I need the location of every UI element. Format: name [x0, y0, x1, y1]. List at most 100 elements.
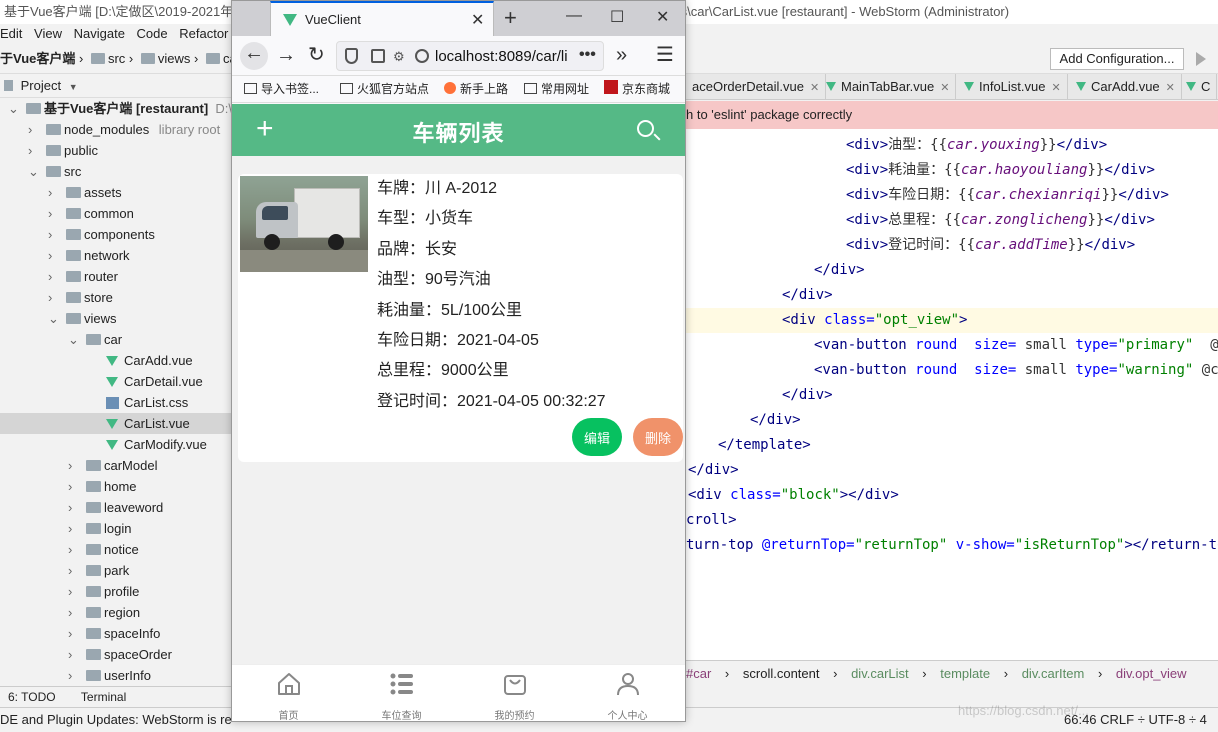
close-icon[interactable]: ✕	[1052, 82, 1061, 94]
tree-item[interactable]: › public	[0, 140, 232, 161]
reload-icon[interactable]: ↻	[308, 44, 325, 66]
menu-edit[interactable]: Edit	[0, 26, 22, 41]
chevron-down-icon[interactable]: ⌄	[48, 308, 59, 329]
chevron-right-icon[interactable]: ›	[48, 245, 58, 266]
bookmark-common-sites[interactable]: 常用网址	[524, 76, 589, 103]
tree-item[interactable]: ⌄ src	[0, 161, 232, 182]
chevron-right-icon[interactable]: ›	[28, 119, 38, 140]
url-bar[interactable]: ⚙ •••	[336, 41, 604, 71]
chevron-right-icon[interactable]: ›	[68, 623, 78, 644]
chevron-right-icon[interactable]: ›	[68, 497, 78, 518]
tree-item[interactable]: › park	[0, 560, 232, 581]
chevron-right-icon[interactable]: ›	[68, 476, 78, 497]
crumb-carlist[interactable]: div.carList	[851, 666, 909, 681]
run-icon[interactable]	[1196, 52, 1206, 66]
tree-item[interactable]: › notice	[0, 539, 232, 560]
chevron-right-icon[interactable]: ›	[48, 182, 58, 203]
chevron-right-icon[interactable]: ›	[48, 287, 58, 308]
bookmark-firefox-official[interactable]: 火狐官方站点	[340, 76, 429, 103]
editor-tab[interactable]: MainTabBar.vue ✕	[820, 74, 957, 99]
crumb-optview[interactable]: div.opt_view	[1116, 666, 1187, 681]
terminal-tool-button[interactable]: Terminal	[81, 690, 126, 704]
close-window-icon[interactable]: ✕	[656, 7, 669, 27]
tree-item[interactable]: › region	[0, 602, 232, 623]
browser-tab-vueclient[interactable]: VueClient ✕	[270, 1, 494, 36]
bookmark-jd[interactable]: 京东商城	[604, 76, 670, 103]
tab-space-query[interactable]: 车位查询	[345, 665, 458, 721]
menu-refactor[interactable]: Refactor	[179, 26, 228, 41]
car-item-card[interactable]: 车牌：川 A-2012 车型：小货车 品牌：长安 油型：90号汽油 耗油量：5L…	[238, 174, 683, 462]
bookmark-import[interactable]: 导入书签...	[244, 76, 319, 103]
tree-item[interactable]: › node_modules library root	[0, 119, 232, 140]
chevron-right-icon[interactable]: ›	[68, 518, 78, 539]
chevron-right-icon[interactable]: ›	[68, 539, 78, 560]
status-message[interactable]: DE and Plugin Updates: WebStorm is re	[0, 708, 232, 732]
chevron-right-icon[interactable]: ›	[68, 560, 78, 581]
tree-item[interactable]: CarList.vue	[0, 413, 232, 434]
tree-item[interactable]: CarAdd.vue	[0, 350, 232, 371]
hamburger-menu-icon[interactable]: ☰	[656, 44, 674, 66]
crumb-template[interactable]: template	[940, 666, 990, 681]
chevron-down-icon[interactable]: ⌄	[68, 329, 79, 350]
tree-item[interactable]: ⌄ 基于Vue客户端 [restaurant] D:\定做	[0, 98, 232, 119]
nav-crumb-project[interactable]: 于Vue客户端 ›	[0, 44, 83, 73]
tree-item[interactable]: ⌄ car	[0, 329, 232, 350]
project-panel-header[interactable]: Project ▼	[0, 74, 232, 98]
nav-crumb-src[interactable]: src ›	[90, 44, 133, 73]
nav-crumb-car[interactable]: ca	[205, 44, 232, 73]
chevron-right-icon[interactable]: ›	[68, 581, 78, 602]
delete-button[interactable]: 删除	[633, 418, 683, 456]
tree-item[interactable]: CarList.css	[0, 392, 232, 413]
tree-item[interactable]: › assets	[0, 182, 232, 203]
tree-item[interactable]: › login	[0, 518, 232, 539]
crumb-scroll[interactable]: scroll.content	[743, 666, 820, 681]
menu-navigate[interactable]: Navigate	[74, 26, 125, 41]
add-configuration-button[interactable]: Add Configuration...	[1050, 48, 1184, 70]
close-icon[interactable]: ✕	[810, 82, 819, 94]
shield-icon[interactable]	[345, 48, 358, 64]
new-tab-icon[interactable]: +	[504, 5, 517, 31]
tab-my-booking[interactable]: 我的预约	[458, 665, 571, 721]
tree-item[interactable]: › components	[0, 224, 232, 245]
chevron-right-icon[interactable]: ›	[68, 602, 78, 623]
forward-icon[interactable]: →	[276, 44, 296, 66]
tree-item[interactable]: ⌄ views	[0, 308, 232, 329]
tree-item[interactable]: › store	[0, 287, 232, 308]
editor-tab[interactable]: aceOrderDetail.vue ✕	[686, 74, 827, 99]
chevron-right-icon[interactable]: ›	[48, 203, 58, 224]
close-icon[interactable]: ✕	[1166, 82, 1175, 94]
tree-item[interactable]: › profile	[0, 581, 232, 602]
url-input[interactable]	[435, 46, 575, 66]
tree-item[interactable]: › network	[0, 245, 232, 266]
tree-item[interactable]: › carModel	[0, 455, 232, 476]
chevron-down-icon[interactable]: ⌄	[8, 98, 19, 119]
chevron-right-icon[interactable]: ›	[68, 644, 78, 665]
tab-profile[interactable]: 个人中心	[571, 665, 684, 721]
editor-tab[interactable]: CarAdd.vue ✕	[1070, 74, 1182, 99]
chevron-right-icon[interactable]: ›	[68, 665, 78, 686]
overflow-chevron-icon[interactable]: »	[616, 44, 627, 66]
search-icon[interactable]	[637, 120, 654, 137]
tab-home[interactable]: 首页	[232, 665, 345, 721]
tree-item[interactable]: › userInfo	[0, 665, 232, 686]
minimize-icon[interactable]: —	[566, 7, 582, 25]
tree-item[interactable]: › common	[0, 203, 232, 224]
nav-crumb-views[interactable]: views ›	[140, 44, 198, 73]
edit-button[interactable]: 编辑	[572, 418, 622, 456]
tree-item[interactable]: › router	[0, 266, 232, 287]
editor-tab[interactable]: InfoList.vue ✕	[958, 74, 1068, 99]
crumb-caritem[interactable]: div.carItem	[1022, 666, 1085, 681]
menu-code[interactable]: Code	[137, 26, 168, 41]
crumb-car[interactable]: #car	[686, 666, 711, 681]
maximize-icon[interactable]: ☐	[610, 7, 624, 27]
code-editor[interactable]: <div>油型：{{car.youxing}}</div> <div>耗油量：{{…	[686, 129, 1218, 660]
tree-item[interactable]: CarDetail.vue	[0, 371, 232, 392]
tree-item[interactable]: › leaveword	[0, 497, 232, 518]
back-icon[interactable]: ←	[240, 42, 268, 70]
chevron-right-icon[interactable]: ›	[28, 140, 38, 161]
permissions-icon[interactable]: ⚙	[393, 49, 405, 65]
close-tab-icon[interactable]: ✕	[471, 10, 484, 30]
tree-item[interactable]: › home	[0, 476, 232, 497]
menu-view[interactable]: View	[34, 26, 62, 41]
tree-item[interactable]: › spaceOrder	[0, 644, 232, 665]
